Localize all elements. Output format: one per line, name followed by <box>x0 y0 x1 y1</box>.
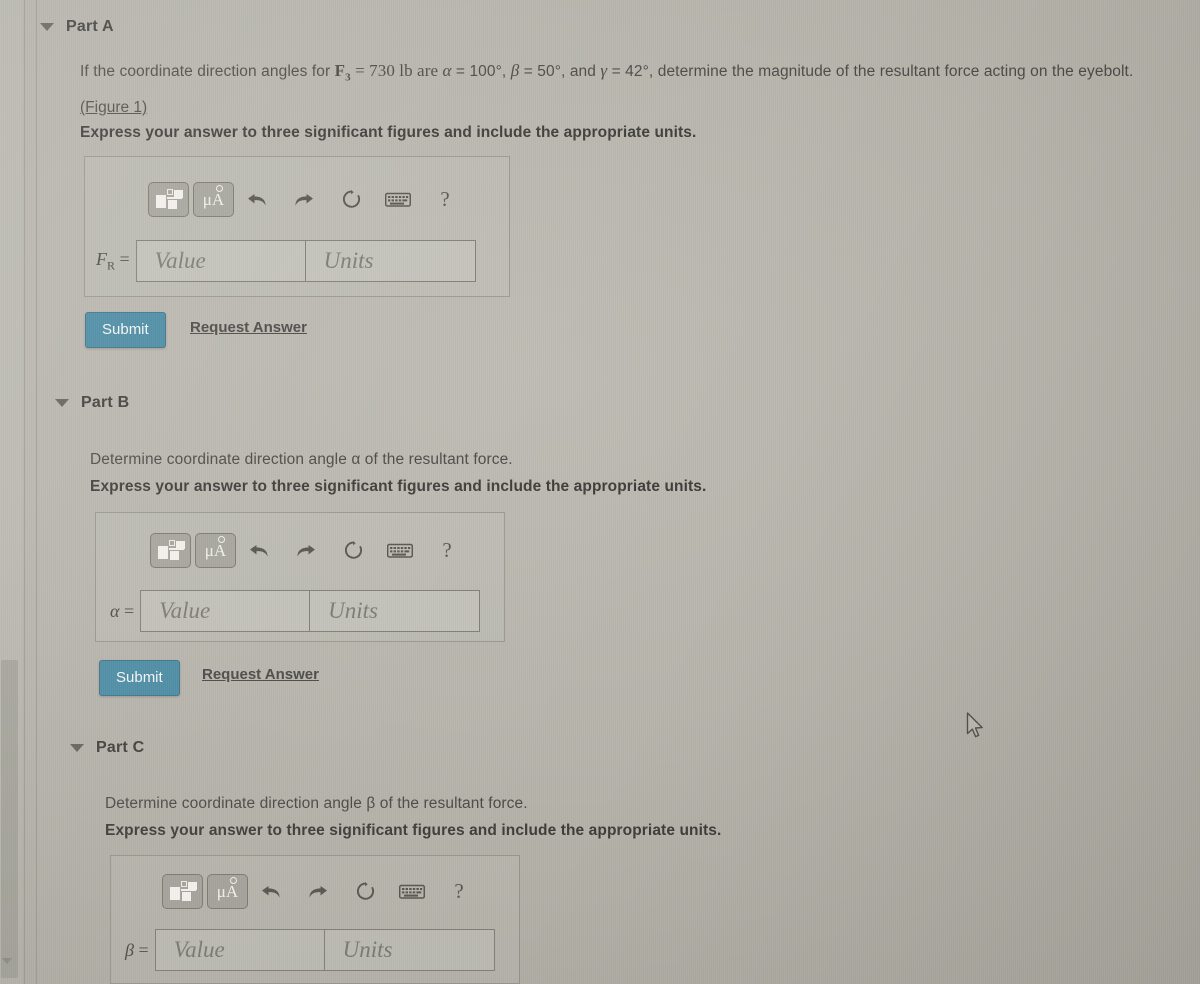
part-a-force-symbol: F3 <box>334 61 351 84</box>
help-icon[interactable]: ? <box>440 874 478 909</box>
units-mua-icon[interactable]: μA <box>195 533 236 568</box>
reset-icon[interactable] <box>346 874 384 909</box>
part-c-value-placeholder: Value <box>173 937 225 962</box>
part-b-title: Part B <box>81 394 130 411</box>
part-b-prompt: Determine coordinate direction angle α o… <box>90 451 513 468</box>
reset-icon[interactable] <box>334 533 372 568</box>
part-a-instruction: Express your answer to three significant… <box>80 124 697 141</box>
part-b-units-input[interactable]: Units <box>310 590 481 632</box>
part-a-variable-label: FR = <box>96 248 130 273</box>
keyboard-icon[interactable] <box>379 182 417 217</box>
keyboard-icon[interactable] <box>381 533 419 568</box>
part-a-units-placeholder: Units <box>323 248 374 273</box>
redo-icon[interactable] <box>299 874 337 909</box>
part-b-instruction: Express your answer to three significant… <box>90 478 707 495</box>
part-a-submit-button[interactable]: Submit <box>85 312 166 348</box>
part-a-value-placeholder: Value <box>154 248 206 273</box>
part-a-title: Part A <box>66 18 114 35</box>
units-mua-icon[interactable]: μA <box>207 874 248 909</box>
part-c-title: Part C <box>96 739 145 756</box>
part-a-input-row: FR = Value Units <box>96 240 476 282</box>
part-c-units-input[interactable]: Units <box>324 929 495 971</box>
undo-icon[interactable] <box>252 874 290 909</box>
part-a-beta-value: = 50°, and <box>519 63 601 80</box>
part-b-toolbar: μA ? <box>150 533 475 568</box>
part-b-value-input[interactable]: Value <box>140 590 311 632</box>
part-a-units-input[interactable]: Units <box>305 240 476 282</box>
part-b-collapse-caret-icon[interactable] <box>55 399 69 407</box>
part-a-figure-link[interactable]: (Figure 1) <box>80 99 147 117</box>
redo-icon[interactable] <box>287 533 325 568</box>
part-c-toolbar: μA ? <box>162 874 487 909</box>
part-c-input-row: β = Value Units <box>125 929 495 971</box>
part-c-collapse-caret-icon[interactable] <box>70 744 84 752</box>
part-a-gamma-value: = 42°, determine the magnitude of the re… <box>607 63 1134 80</box>
part-a-toolbar: μA ? <box>148 182 473 217</box>
part-c-instruction: Express your answer to three significant… <box>105 822 722 839</box>
reset-icon[interactable] <box>332 182 370 217</box>
part-a-value-input[interactable]: Value <box>135 240 306 282</box>
undo-icon[interactable] <box>240 533 278 568</box>
math-template-icon[interactable] <box>148 182 189 217</box>
math-template-icon[interactable] <box>162 874 203 909</box>
screenshot-root: Part A If the coordinate direction angle… <box>0 0 1200 984</box>
part-a-prompt-prefix: If the coordinate direction angles for <box>80 63 335 80</box>
part-c-value-input[interactable]: Value <box>154 929 325 971</box>
part-b-units-placeholder: Units <box>328 598 378 623</box>
part-a-prompt: If the coordinate direction angles for F… <box>80 61 1133 83</box>
part-a-force-value: = 730 lb are <box>350 61 443 80</box>
part-b-input-row: α = Value Units <box>110 590 481 632</box>
redo-icon[interactable] <box>285 182 323 217</box>
part-a-header[interactable]: Part A <box>40 18 114 36</box>
part-a-request-answer-link[interactable]: Request Answer <box>190 319 307 336</box>
part-c-header[interactable]: Part C <box>70 739 144 757</box>
help-icon[interactable]: ? <box>428 533 466 568</box>
part-b-header[interactable]: Part B <box>55 394 129 412</box>
part-b-request-answer-link[interactable]: Request Answer <box>202 666 319 683</box>
help-icon[interactable]: ? <box>426 182 464 217</box>
part-b-variable-label: α = <box>110 600 135 621</box>
part-b-submit-button[interactable]: Submit <box>99 660 180 696</box>
part-b-value-placeholder: Value <box>159 598 211 623</box>
part-c-prompt: Determine coordinate direction angle β o… <box>105 795 528 812</box>
keyboard-icon[interactable] <box>393 874 431 909</box>
part-a-collapse-caret-icon[interactable] <box>40 23 54 31</box>
assignment-content: Part A If the coordinate direction angle… <box>0 0 1200 984</box>
math-template-icon[interactable] <box>150 533 191 568</box>
part-a-alpha-value: = 100°, <box>451 63 511 80</box>
units-mua-icon[interactable]: μA <box>193 182 234 217</box>
part-c-variable-label: β = <box>125 939 149 960</box>
part-c-units-placeholder: Units <box>342 937 393 962</box>
undo-icon[interactable] <box>238 182 276 217</box>
